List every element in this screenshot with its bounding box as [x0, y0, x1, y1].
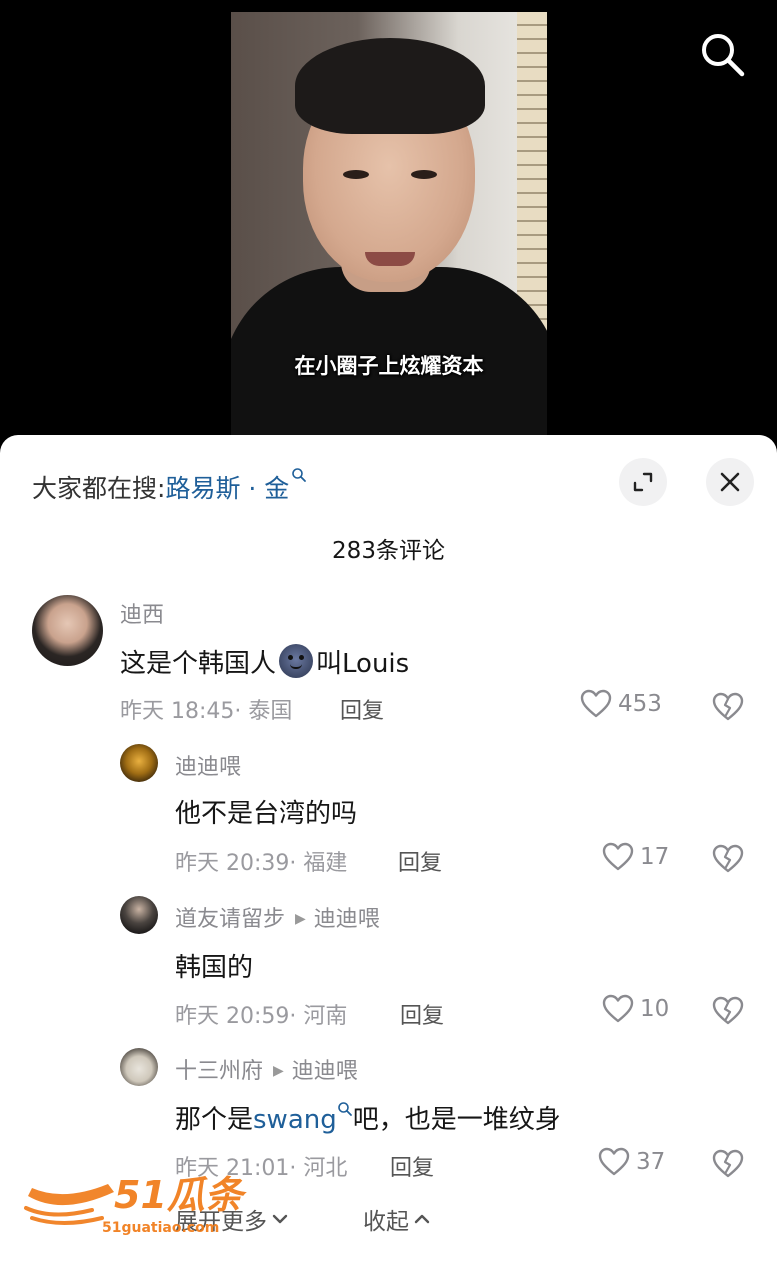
- broken-heart-icon: [712, 692, 744, 721]
- comment-text-before: 那个是: [175, 1105, 254, 1135]
- comment-text: 他不是台湾的吗: [175, 799, 358, 829]
- collapse-button[interactable]: 收起: [363, 1202, 431, 1236]
- comment-username[interactable]: 迪西: [120, 597, 164, 629]
- hot-search-prefix: 大家都在搜:: [32, 474, 166, 503]
- comment-text: 这是个韩国人 叫Louis: [120, 643, 409, 680]
- video-frame: 在小圈子上炫耀资本: [231, 12, 547, 452]
- reply-button[interactable]: 回复: [400, 998, 444, 1030]
- reply-to-user[interactable]: 迪迪喂: [314, 907, 380, 932]
- comment-text-before: 这是个韩国人: [120, 649, 277, 679]
- reply-button[interactable]: 回复: [390, 1150, 434, 1182]
- sticker-emoji-icon: [279, 644, 314, 678]
- comment-location: · 泰国: [234, 699, 293, 724]
- comment-sheet: 大家都在搜:路易斯 · 金 283条评论 迪西 这是个韩国人 叫Louis 昨天 …: [0, 435, 777, 1280]
- reply-to-user[interactable]: 迪迪喂: [292, 1059, 358, 1084]
- comment-time: 昨天 18:45: [120, 699, 235, 724]
- comment-author[interactable]: 十三州府: [175, 1059, 263, 1084]
- expand-button[interactable]: [619, 458, 667, 506]
- reply-button[interactable]: 回复: [340, 693, 384, 725]
- reply-arrow-icon: ▶: [295, 911, 306, 927]
- video-player[interactable]: 在小圈子上炫耀资本: [0, 0, 777, 460]
- comment-username[interactable]: 十三州府 ▶ 迪迪喂: [175, 1053, 358, 1085]
- comment-count-title: 283条评论: [332, 538, 445, 564]
- broken-heart-icon: [712, 1149, 744, 1178]
- video-subtitle: 在小圈子上炫耀资本: [294, 354, 484, 378]
- person-eye: [343, 170, 369, 179]
- like-count: 17: [640, 844, 670, 870]
- broken-heart-icon: [712, 996, 744, 1025]
- hot-search-bar[interactable]: 大家都在搜:路易斯 · 金: [32, 468, 307, 505]
- avatar[interactable]: [120, 1048, 158, 1086]
- dislike-button[interactable]: [712, 996, 744, 1030]
- heart-icon: [602, 994, 634, 1023]
- comment-text: 韩国的: [175, 953, 254, 983]
- chevron-up-icon: [414, 1214, 430, 1224]
- comment-time: 昨天 20:39: [175, 851, 290, 876]
- comment-location: · 河南: [289, 1004, 348, 1029]
- heart-icon: [602, 842, 634, 871]
- avatar[interactable]: [120, 744, 158, 782]
- broken-heart-icon: [712, 844, 744, 873]
- person-eye: [411, 170, 437, 179]
- like-count: 10: [640, 996, 670, 1022]
- person-hair: [295, 38, 485, 134]
- like-button[interactable]: 453: [580, 689, 662, 719]
- comment-time: 昨天 21:01: [175, 1156, 290, 1181]
- like-count: 37: [636, 1149, 666, 1175]
- chevron-down-icon: [272, 1214, 288, 1224]
- expand-icon: [633, 472, 653, 492]
- like-button[interactable]: 37: [598, 1147, 665, 1177]
- close-button[interactable]: [706, 458, 754, 506]
- close-icon: [720, 472, 740, 492]
- heart-icon: [580, 689, 612, 718]
- search-keyword-icon: [292, 468, 307, 482]
- comment-text: 那个是swang 吧，也是一堆纹身: [175, 1099, 561, 1136]
- heart-icon: [598, 1147, 630, 1176]
- reply-arrow-icon: ▶: [273, 1063, 284, 1079]
- expand-more-label: 展开更多: [175, 1209, 267, 1235]
- avatar[interactable]: [120, 896, 158, 934]
- comment-meta: 昨天 21:01· 河北: [175, 1150, 347, 1182]
- like-count: 453: [618, 691, 662, 717]
- dislike-button[interactable]: [712, 692, 744, 726]
- comment-location: · 福建: [289, 851, 348, 876]
- search-keyword-icon: [337, 1102, 352, 1116]
- search-link[interactable]: swang: [253, 1105, 337, 1135]
- comment-username[interactable]: 道友请留步 ▶ 迪迪喂: [175, 901, 380, 933]
- dislike-button[interactable]: [712, 844, 744, 878]
- collapse-label: 收起: [363, 1209, 409, 1235]
- comment-meta: 昨天 20:39· 福建: [175, 845, 347, 877]
- comment-text-after: 吧，也是一堆纹身: [352, 1105, 561, 1135]
- dislike-button[interactable]: [712, 1149, 744, 1183]
- like-button[interactable]: 17: [602, 842, 669, 872]
- comment-meta: 昨天 20:59· 河南: [175, 998, 347, 1030]
- comment-time: 昨天 20:59: [175, 1004, 290, 1029]
- comment-meta: 昨天 18:45· 泰国: [120, 693, 292, 725]
- expand-more-button[interactable]: 展开更多: [175, 1202, 289, 1236]
- comment-author[interactable]: 道友请留步: [175, 907, 285, 932]
- search-icon: [702, 34, 745, 77]
- hot-search-keyword[interactable]: 路易斯 · 金: [165, 474, 289, 503]
- comment-location: · 河北: [289, 1156, 348, 1181]
- search-button[interactable]: [698, 30, 746, 78]
- avatar[interactable]: [32, 595, 103, 666]
- comment-username[interactable]: 迪迪喂: [175, 749, 241, 781]
- reply-button[interactable]: 回复: [398, 845, 442, 877]
- like-button[interactable]: 10: [602, 994, 669, 1024]
- person-mouth: [365, 252, 415, 266]
- comment-text-after: 叫Louis: [316, 649, 410, 679]
